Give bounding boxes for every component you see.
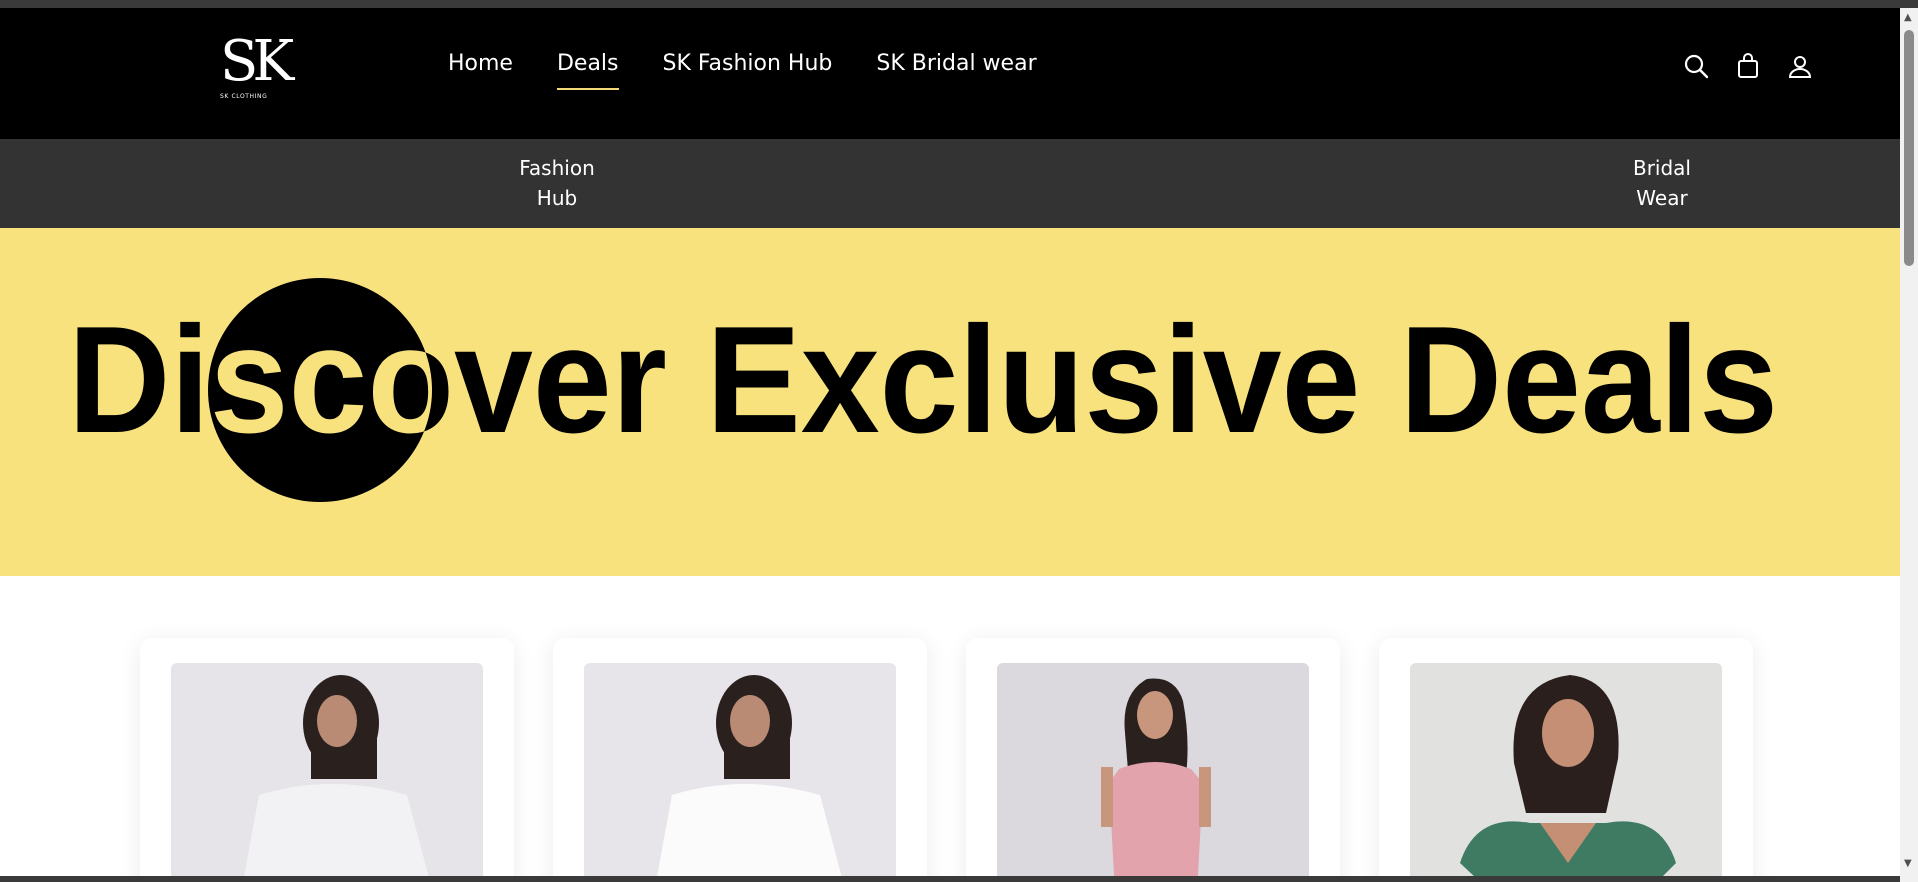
shopping-bag-icon[interactable] — [1732, 50, 1764, 82]
subnav-bridal-wear-line1: Bridal — [1632, 156, 1691, 180]
user-icon[interactable] — [1784, 50, 1816, 82]
scroll-up-icon[interactable]: ▲ — [1904, 12, 1912, 23]
product-image[interactable] — [997, 663, 1309, 882]
product-grid — [140, 638, 1760, 882]
product-card[interactable] — [966, 638, 1340, 882]
search-icon[interactable] — [1680, 50, 1712, 82]
scroll-thumb[interactable] — [1904, 30, 1914, 266]
vertical-scrollbar[interactable]: ▲ ▼ — [1900, 8, 1918, 882]
product-card[interactable] — [1379, 638, 1753, 882]
browser-bottom-strip — [0, 876, 1900, 882]
category-subnav: Fashion Hub Bridal Wear — [0, 139, 1900, 228]
header-icons — [1680, 50, 1836, 82]
banner-graphic: Discover Exclusive Deals Discover Exclus… — [68, 278, 1778, 502]
logo-letters: SK — [220, 29, 294, 94]
product-image[interactable] — [171, 663, 483, 882]
logo-subtitle: SK CLOTHING — [220, 93, 268, 100]
subnav-fashion-hub-line1: Fashion — [519, 156, 595, 180]
scroll-down-icon[interactable]: ▼ — [1904, 858, 1912, 869]
nav-sk-bridal-wear[interactable]: SK Bridal wear — [876, 46, 1036, 86]
deals-banner: Discover Exclusive Deals Discover Exclus… — [0, 228, 1900, 576]
product-image[interactable] — [1410, 663, 1722, 882]
subnav-fashion-hub[interactable]: Fashion Hub — [497, 153, 617, 213]
product-card[interactable] — [140, 638, 514, 882]
product-card[interactable] — [553, 638, 927, 882]
nav-deals[interactable]: Deals — [556, 46, 619, 90]
browser-top-strip — [0, 0, 1918, 8]
nav-home[interactable]: Home — [448, 46, 513, 86]
subnav-bridal-wear[interactable]: Bridal Wear — [1602, 153, 1722, 213]
site-header: SK SK CLOTHING Home Deals SK Fashion Hub… — [0, 8, 1900, 139]
sk-logo[interactable]: SK SK CLOTHING — [218, 30, 306, 110]
page: SK SK CLOTHING Home Deals SK Fashion Hub… — [0, 0, 1918, 882]
nav-sk-fashion-hub[interactable]: SK Fashion Hub — [663, 46, 833, 86]
main-nav: Home Deals SK Fashion Hub SK Bridal wear — [448, 46, 1081, 90]
subnav-fashion-hub-line2: Hub — [536, 186, 578, 210]
product-image[interactable] — [584, 663, 896, 882]
subnav-bridal-wear-line2: Wear — [1636, 186, 1688, 210]
